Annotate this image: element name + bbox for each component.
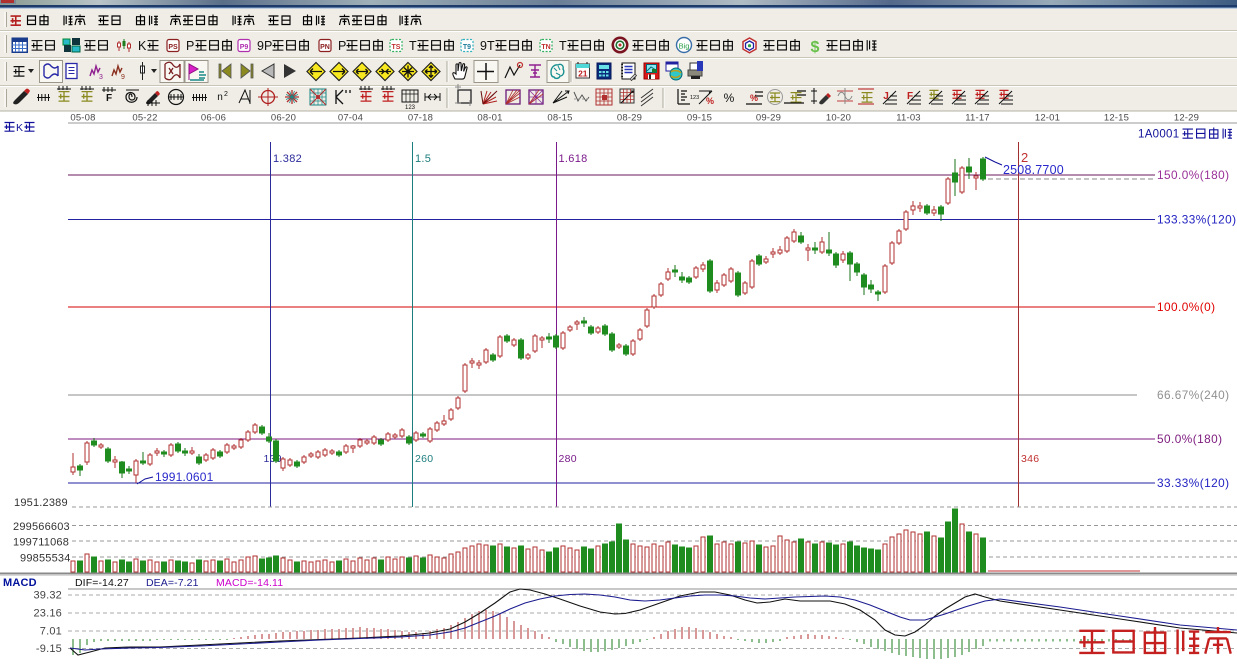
svg-text:11-17: 11-17 xyxy=(965,113,990,124)
svg-text:99855534: 99855534 xyxy=(20,553,71,565)
svg-text:12-29: 12-29 xyxy=(1174,113,1199,124)
svg-text:06-06: 06-06 xyxy=(201,113,226,124)
svg-text:05-08: 05-08 xyxy=(70,113,95,124)
svg-text:123: 123 xyxy=(690,95,699,101)
svg-text:Big: Big xyxy=(679,42,690,51)
svg-text:1.382: 1.382 xyxy=(273,153,302,165)
svg-text:F: F xyxy=(106,93,112,104)
svg-text:346: 346 xyxy=(1021,453,1039,465)
svg-text:66.67%(240): 66.67%(240) xyxy=(1157,388,1230,402)
svg-text:260: 260 xyxy=(415,453,433,465)
svg-text:T: T xyxy=(559,39,567,53)
svg-text:08-29: 08-29 xyxy=(617,113,642,124)
svg-text:07-04: 07-04 xyxy=(338,113,363,124)
svg-text:n: n xyxy=(217,92,223,103)
svg-text:299566603: 299566603 xyxy=(13,521,70,533)
svg-text:280: 280 xyxy=(559,453,577,465)
svg-text:199711068: 199711068 xyxy=(13,537,69,549)
svg-text:10-20: 10-20 xyxy=(826,113,851,124)
svg-text:2508.7700: 2508.7700 xyxy=(1003,163,1064,177)
svg-text:PN: PN xyxy=(320,44,330,51)
svg-text:139: 139 xyxy=(264,453,282,465)
svg-text:06-20: 06-20 xyxy=(271,113,296,124)
svg-text:05-22: 05-22 xyxy=(132,113,157,124)
svg-text:K: K xyxy=(138,39,147,53)
svg-text:1991.0601: 1991.0601 xyxy=(155,470,214,484)
svg-text:9P: 9P xyxy=(257,39,272,53)
svg-text:12-01: 12-01 xyxy=(1035,113,1060,124)
svg-text:DIF=-14.27: DIF=-14.27 xyxy=(75,577,129,589)
svg-text:23.16: 23.16 xyxy=(33,608,62,620)
svg-text:133.33%(120): 133.33%(120) xyxy=(1157,213,1237,227)
svg-text:09-15: 09-15 xyxy=(687,113,712,124)
svg-text:11-03: 11-03 xyxy=(896,113,921,124)
svg-text:9T: 9T xyxy=(480,39,495,53)
svg-text:PS: PS xyxy=(168,44,178,51)
svg-text:50.0%(180): 50.0%(180) xyxy=(1157,432,1223,446)
svg-text:1A0001: 1A0001 xyxy=(1138,129,1179,141)
svg-text:TS: TS xyxy=(392,44,401,51)
svg-text:2: 2 xyxy=(224,91,228,98)
svg-text:TN: TN xyxy=(541,44,550,51)
svg-text:07-18: 07-18 xyxy=(408,113,433,124)
svg-text:%: % xyxy=(724,91,735,105)
svg-text:33.33%(120): 33.33%(120) xyxy=(1157,476,1230,490)
svg-text:100.0%(0): 100.0%(0) xyxy=(1157,300,1215,314)
svg-text:P: P xyxy=(338,39,346,53)
svg-text:1.5: 1.5 xyxy=(415,153,431,165)
svg-text:123: 123 xyxy=(405,105,416,111)
svg-text:21: 21 xyxy=(578,69,588,79)
svg-text:9: 9 xyxy=(121,74,125,81)
svg-text:K: K xyxy=(16,122,23,134)
svg-text:08-15: 08-15 xyxy=(547,113,572,124)
svg-text:P: P xyxy=(186,39,194,53)
svg-text:08-01: 08-01 xyxy=(477,113,502,124)
svg-text:3: 3 xyxy=(99,74,103,81)
svg-text:1951.2389: 1951.2389 xyxy=(14,497,68,509)
svg-text:%: % xyxy=(706,96,714,106)
svg-text:09-29: 09-29 xyxy=(756,113,781,124)
svg-text:T9: T9 xyxy=(463,44,471,51)
svg-text:1.618: 1.618 xyxy=(559,153,588,165)
svg-text:MACD: MACD xyxy=(3,577,37,589)
svg-text:39.32: 39.32 xyxy=(33,590,62,602)
svg-text:12-15: 12-15 xyxy=(1104,113,1129,124)
svg-text:P9: P9 xyxy=(240,44,249,51)
svg-text:%: % xyxy=(750,93,758,103)
svg-text:DEA=-7.21: DEA=-7.21 xyxy=(146,577,199,589)
svg-text:150.0%(180): 150.0%(180) xyxy=(1157,168,1230,182)
svg-text:T: T xyxy=(409,39,417,53)
svg-text:MACD=-14.11: MACD=-14.11 xyxy=(216,577,283,589)
svg-text:$: $ xyxy=(811,39,820,56)
svg-text:-9.15: -9.15 xyxy=(36,643,62,655)
svg-text:7.01: 7.01 xyxy=(40,626,62,638)
